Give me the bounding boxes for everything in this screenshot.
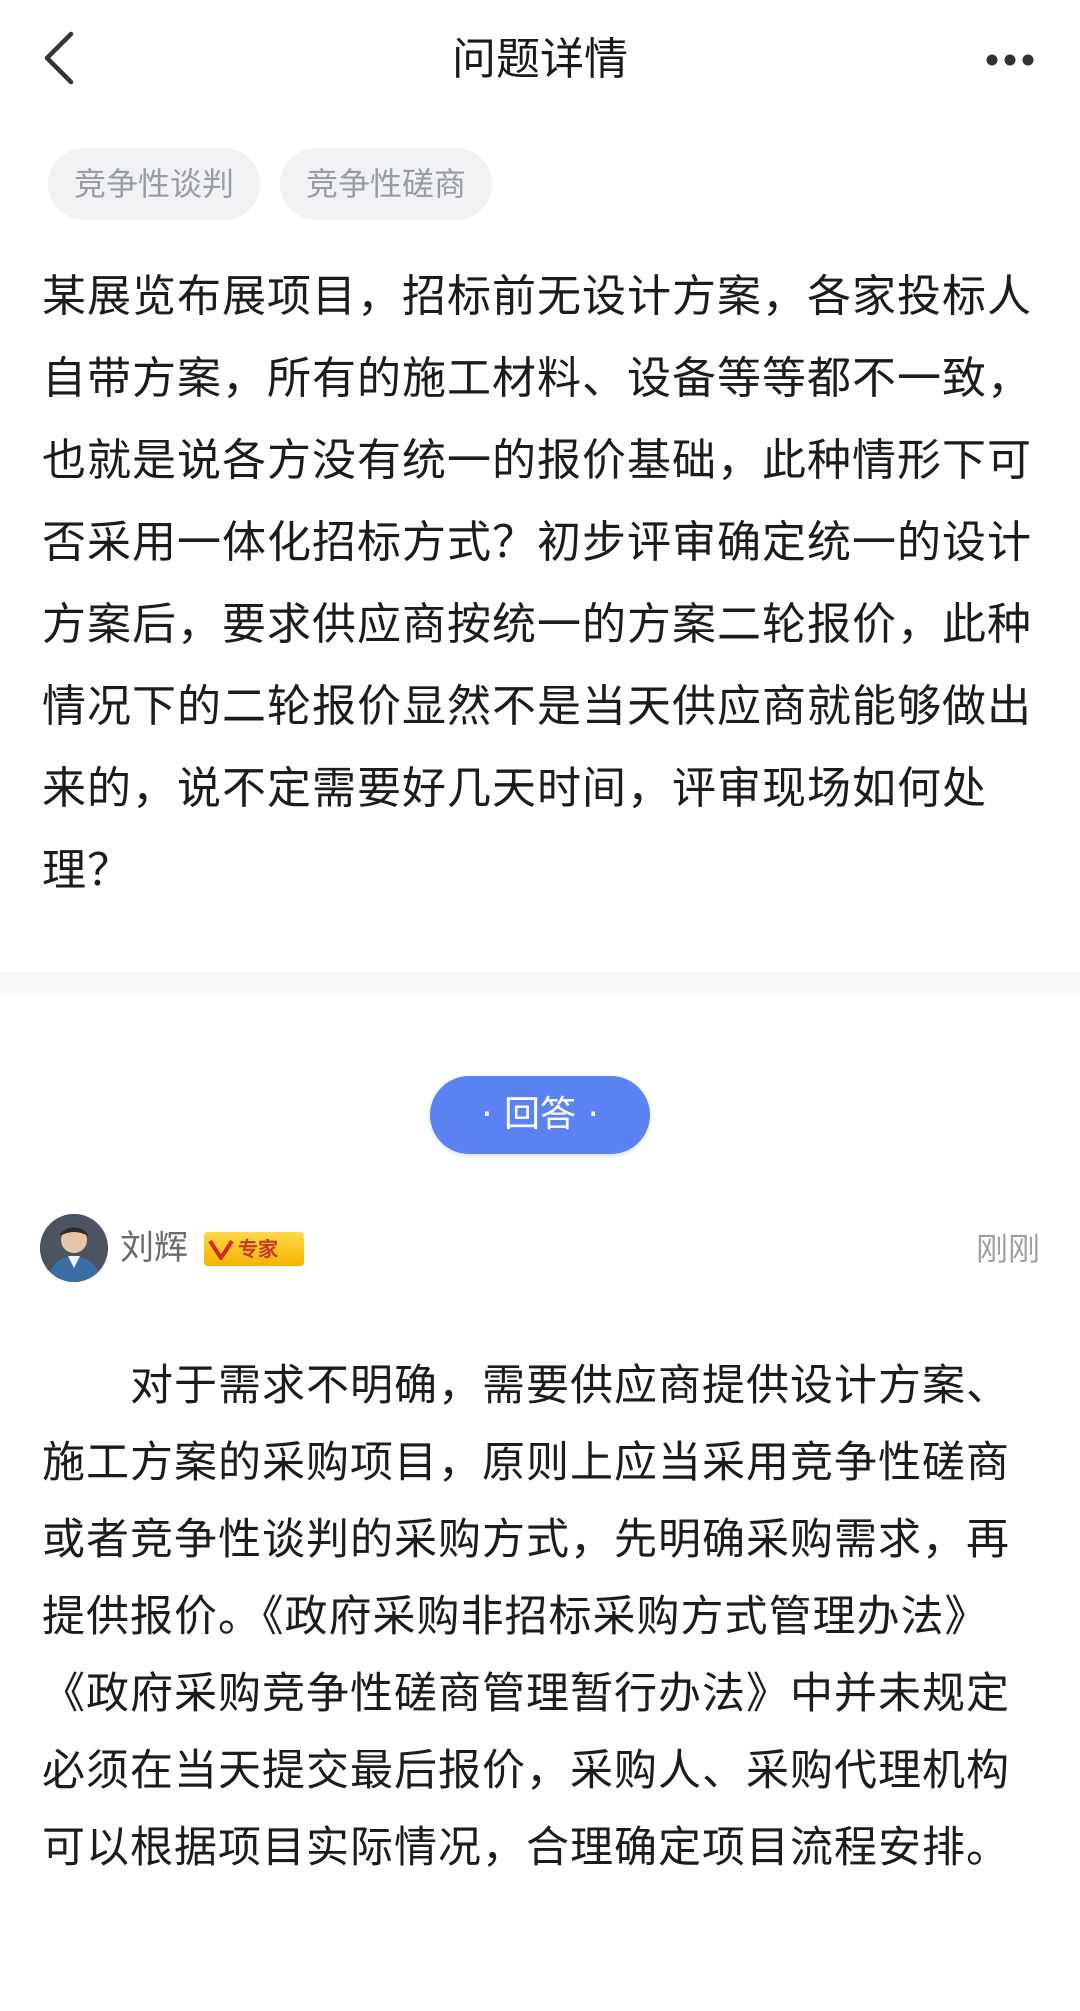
answer-author-row: 刘辉 专家 刚刚 <box>40 1214 1040 1284</box>
page-title: 问题详情 <box>452 34 628 85</box>
question-text: 某展览布展项目，招标前无设计方案，各家投标人自带方案，所有的施工材料、设备等等都… <box>42 271 1032 896</box>
tag-competitive-negotiation[interactable]: 竞争性谈判 <box>48 148 261 220</box>
avatar[interactable] <box>40 1214 108 1282</box>
expert-badge-label: 专家 <box>238 1237 278 1261</box>
more-options-button[interactable] <box>970 24 1050 96</box>
answer-section-label: · 回答 · <box>430 1076 650 1154</box>
author-name[interactable]: 刘辉 <box>120 1220 188 1276</box>
expert-badge: 专家 <box>204 1232 304 1266</box>
topic-tags: 竞争性谈判 竞争性磋商 <box>48 148 493 220</box>
app-header: 问题详情 <box>0 0 1080 122</box>
answer-timestamp: 刚刚 <box>975 1230 1040 1268</box>
user-avatar-icon <box>40 1214 108 1282</box>
verified-v-icon <box>204 1232 238 1266</box>
more-horizontal-icon <box>986 54 1034 66</box>
answer-text: 对于需求不明确，需要供应商提供设计方案、施工方案的采购项目，原则上应当采用竞争性… <box>42 1361 1010 1873</box>
tag-competitive-consultation[interactable]: 竞争性磋商 <box>280 148 493 220</box>
section-divider <box>0 972 1080 994</box>
